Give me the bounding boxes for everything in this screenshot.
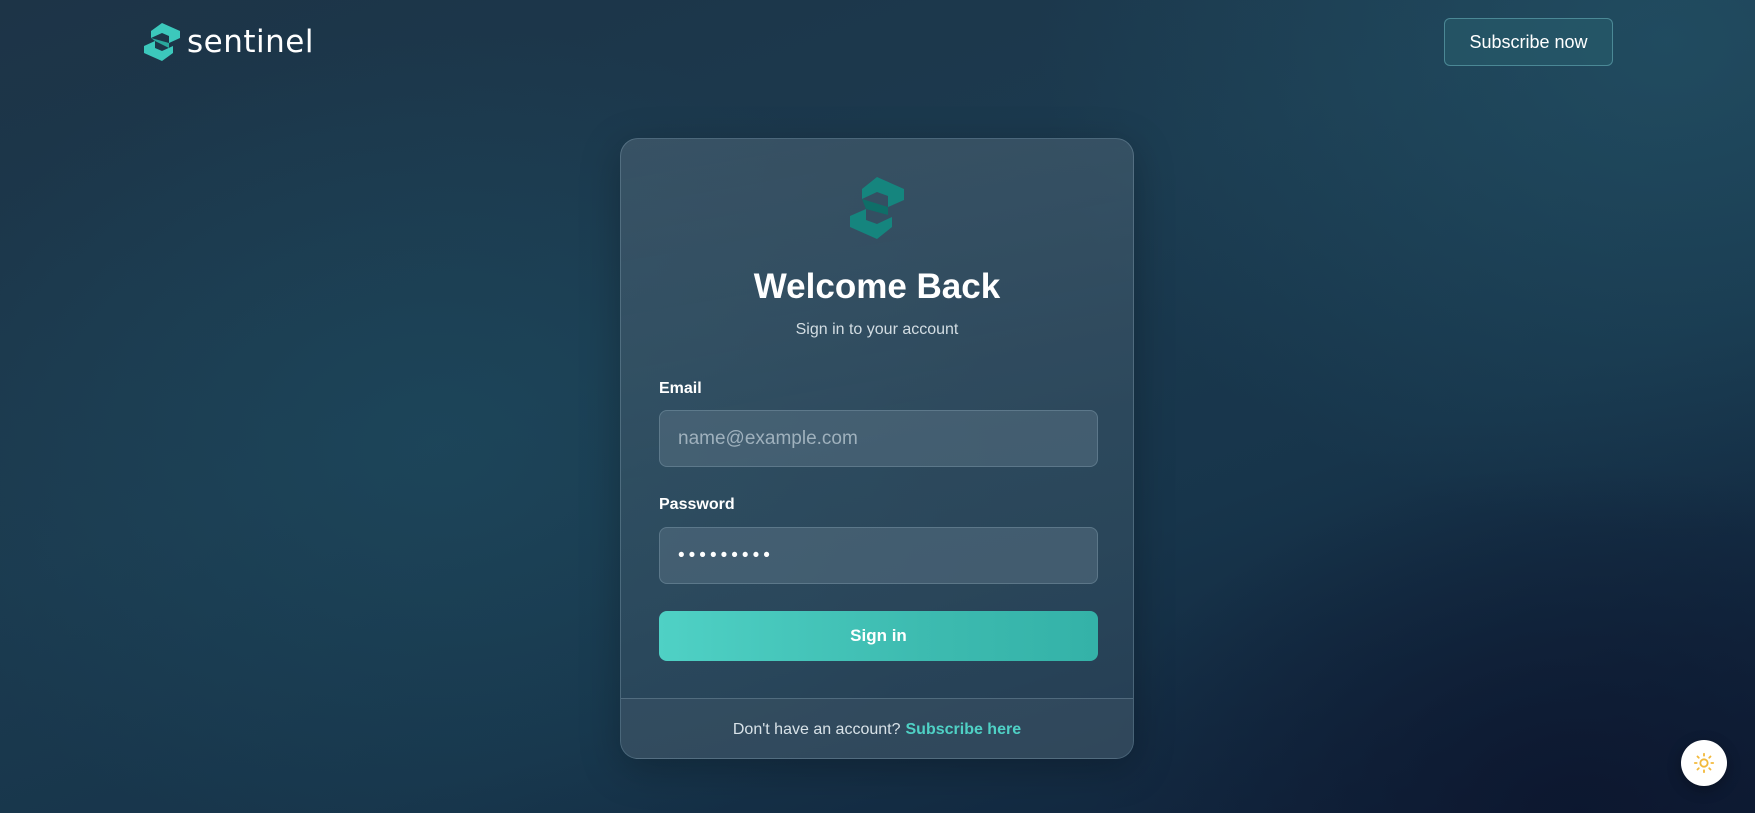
theme-toggle-button[interactable] [1681,740,1727,786]
sign-in-button[interactable]: Sign in [659,611,1098,661]
page-subtitle: Sign in to your account [795,321,959,338]
email-field[interactable] [659,410,1098,467]
subscribe-now-button[interactable]: Subscribe now [1444,18,1613,66]
sentinel-s-logo-icon [850,177,904,239]
page-title: Welcome Back [753,267,1001,306]
password-label: Password [659,496,735,513]
email-label: Email [659,380,702,397]
footer-prompt: Don't have an account? [732,720,901,738]
password-field[interactable] [659,527,1098,584]
sentinel-s-logo-icon [144,23,180,61]
subscribe-here-link[interactable]: Subscribe here [906,721,1022,739]
login-card-footer: Don't have an account? Subscribe here [621,698,1133,758]
brand-logo[interactable]: sentinel [143,22,314,62]
login-card: Welcome Back Sign in to your account Ema… [620,138,1134,759]
brand-name: sentinel [187,24,314,60]
login-card-body: Welcome Back Sign in to your account Ema… [621,139,1133,698]
sun-icon [1693,752,1715,774]
